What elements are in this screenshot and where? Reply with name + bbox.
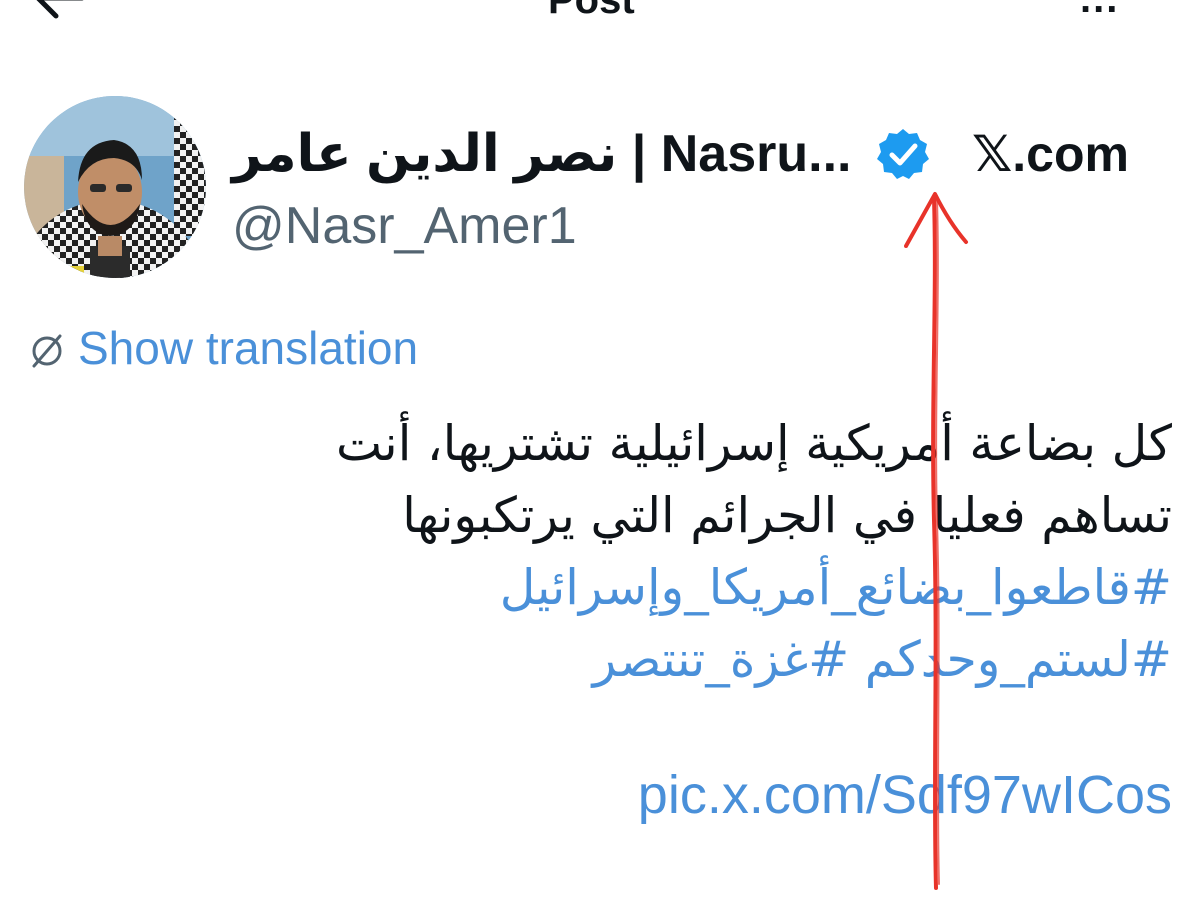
verified-badge-icon — [877, 129, 929, 179]
hashtag-link[interactable]: #لستم_وحدكم — [865, 631, 1172, 688]
top-bar: Post ... — [0, 0, 1200, 30]
show-translation-label: Show translation — [78, 322, 419, 374]
tweet-line: تساهم فعليا في الجرائم التي يرتكبونها — [402, 487, 1172, 544]
hashtag-link[interactable]: #غزة_تنتصر — [593, 631, 850, 688]
tweet-text: كل بضاعة أمريكية إسرائيلية تشتريها، أنت … — [132, 408, 1172, 696]
display-name[interactable]: نصر الدين عامر | Nasru... — [232, 124, 852, 184]
media-link[interactable]: pic.x.com/Sdf97wICos — [638, 760, 1172, 830]
hashtag-link[interactable]: #قاطعوا_بضائع_أمريكا_وإسرائيل — [132, 552, 1172, 624]
tweet-line: كل بضاعة أمريكية إسرائيلية تشتريها، أنت — [335, 415, 1172, 472]
avatar[interactable] — [24, 96, 206, 278]
more-options-button[interactable]: ... — [1080, 0, 1140, 19]
user-handle[interactable]: @Nasr_Amer1 — [232, 196, 577, 256]
globe-icon — [32, 334, 62, 368]
x-logo: 𝕏.com — [972, 126, 1129, 182]
arrow-left-icon[interactable] — [30, 0, 90, 20]
page-title: Post — [548, 0, 635, 22]
